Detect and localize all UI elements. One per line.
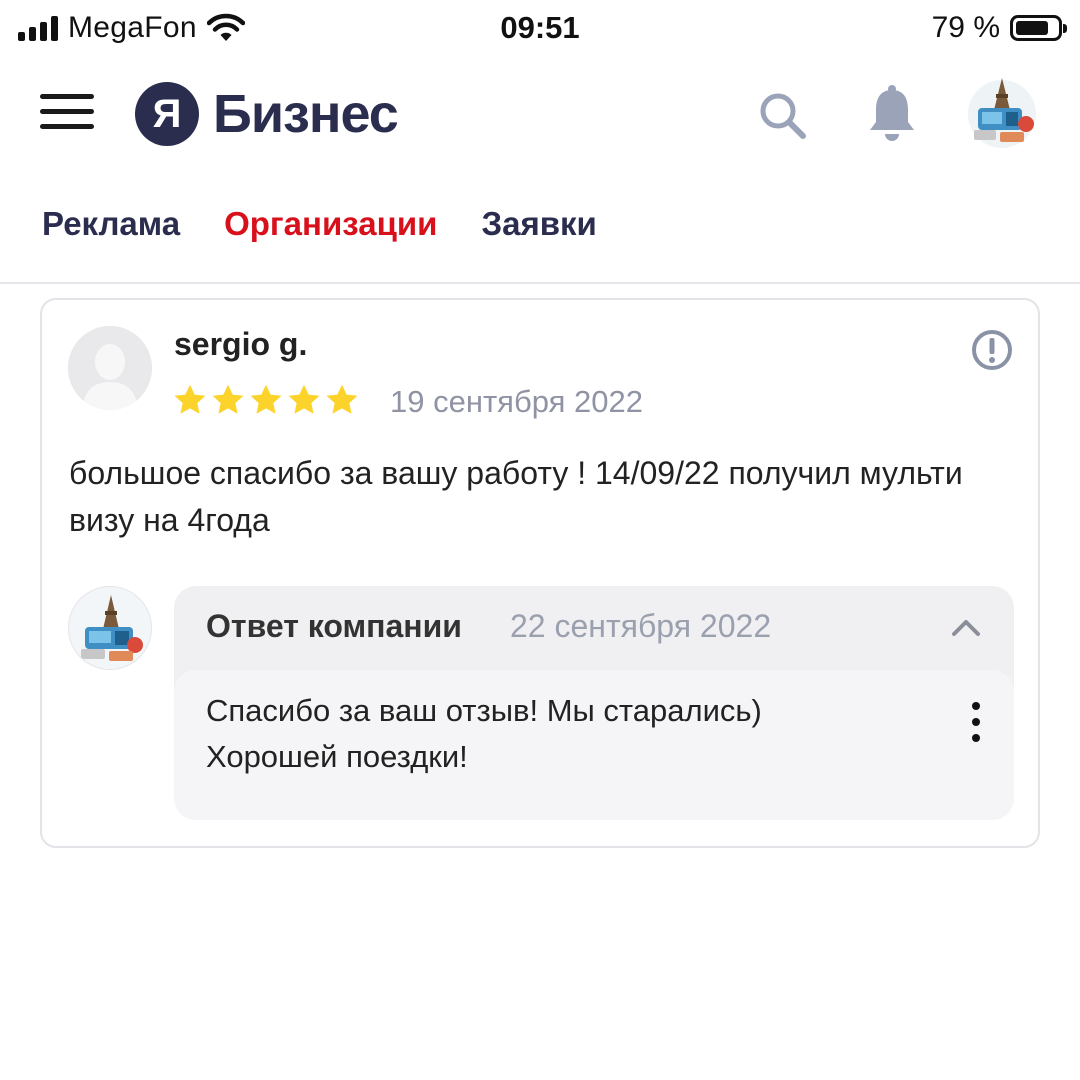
more-vertical-icon[interactable] bbox=[966, 700, 986, 744]
star-icon bbox=[250, 384, 282, 414]
company-logo-icon bbox=[69, 587, 151, 669]
menu-button[interactable] bbox=[40, 94, 96, 134]
review-text: большое спасибо за вашу работу ! 14/09/2… bbox=[69, 455, 963, 538]
reply-date: 22 сентября 2022 bbox=[510, 608, 772, 644]
menu-icon bbox=[40, 94, 94, 99]
app-header: Я Бизнес bbox=[0, 70, 1080, 160]
reply-title: Ответ компании bbox=[206, 608, 462, 644]
star-icon bbox=[212, 384, 244, 414]
tab-requests[interactable]: Заявки bbox=[481, 200, 596, 248]
battery-percent: 79 % bbox=[931, 11, 1000, 44]
tabs-divider bbox=[0, 282, 1080, 284]
search-icon[interactable] bbox=[755, 88, 811, 144]
company-avatar bbox=[68, 586, 152, 670]
battery-level bbox=[1016, 21, 1048, 35]
status-right: 79 % bbox=[931, 8, 1067, 48]
reply-body: Спасибо за ваш отзыв! Мы старались) Хоро… bbox=[174, 670, 1014, 820]
avatar[interactable] bbox=[966, 74, 1038, 150]
status-bar: MegaFon 09:51 79 % bbox=[0, 0, 1080, 56]
star-icon bbox=[326, 384, 358, 414]
company-reply: Ответ компании 22 сентября 2022 Спасибо … bbox=[174, 586, 1014, 820]
star-icon bbox=[174, 384, 206, 414]
screen: MegaFon 09:51 79 % Я Бизнес Реклама Орга… bbox=[0, 0, 1080, 1080]
reply-header[interactable]: Ответ компании 22 сентября 2022 bbox=[174, 586, 1014, 670]
star-icon bbox=[288, 384, 320, 414]
battery-icon bbox=[1010, 15, 1067, 41]
bell-icon[interactable] bbox=[866, 82, 918, 144]
chevron-up-icon[interactable] bbox=[948, 610, 984, 646]
status-time: 09:51 bbox=[500, 10, 580, 45]
reply-text-line: Спасибо за ваш отзыв! Мы старались) bbox=[206, 693, 762, 728]
tab-bar: Реклама Организации Заявки bbox=[42, 200, 597, 248]
tab-advertising[interactable]: Реклама bbox=[42, 200, 180, 248]
user-silhouette-icon bbox=[68, 326, 152, 410]
review-card: sergio g. 19 сентября 2022 большое спаси… bbox=[40, 298, 1040, 848]
yandex-business-logo[interactable]: Я Бизнес bbox=[135, 82, 399, 146]
reply-text-line: Хорошей поездки! bbox=[206, 739, 468, 774]
logo-text: Бизнес bbox=[213, 84, 399, 144]
rating-stars bbox=[172, 382, 360, 418]
reviewer-name[interactable]: sergio g. bbox=[174, 326, 307, 363]
reviewer-avatar bbox=[68, 326, 152, 410]
tab-organizations[interactable]: Организации bbox=[224, 200, 437, 248]
reply-text: Спасибо за ваш отзыв! Мы старались) Хоро… bbox=[206, 688, 946, 780]
logo-letter: Я bbox=[135, 82, 199, 146]
report-icon[interactable] bbox=[970, 328, 1014, 372]
review-date: 19 сентября 2022 bbox=[390, 384, 643, 419]
